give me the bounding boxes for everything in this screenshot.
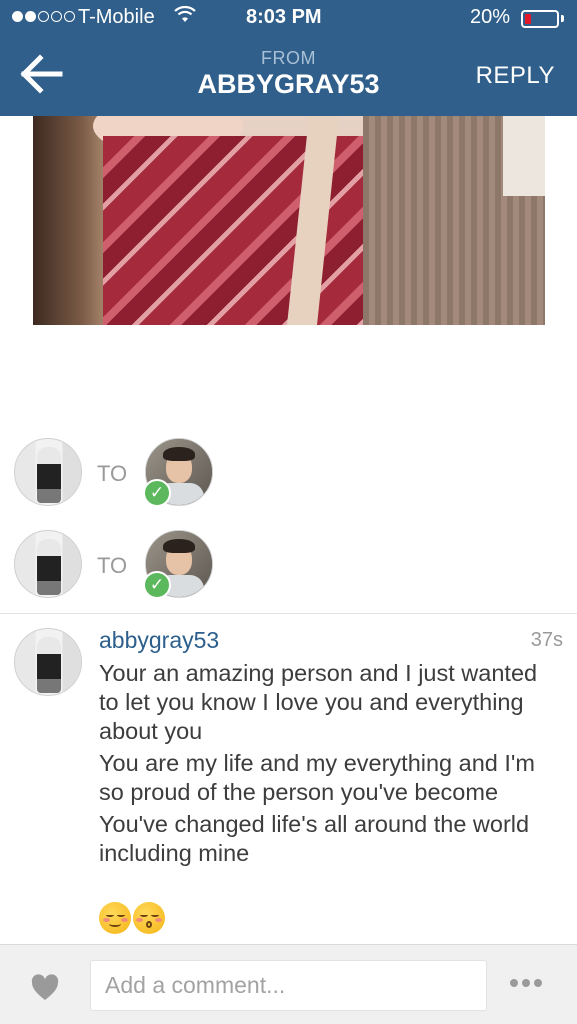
comment-timestamp: 37s xyxy=(530,629,563,651)
wifi-icon xyxy=(174,5,196,29)
battery-tip xyxy=(561,15,564,22)
signal-dot xyxy=(51,11,62,22)
signal-dot xyxy=(64,11,75,22)
top-bar: T-Mobile 8:03 PM 20% FROM ABBYGRAY53 REP… xyxy=(0,0,577,116)
photo-wall xyxy=(503,116,545,196)
battery-icon xyxy=(521,10,559,28)
commenter-avatar[interactable] xyxy=(14,628,82,696)
signal-dot xyxy=(25,11,36,22)
reply-button[interactable]: REPLY xyxy=(476,62,555,90)
checkmark-icon: ✓ xyxy=(143,479,171,507)
sender-avatar[interactable] xyxy=(14,438,82,506)
checkmark-icon: ✓ xyxy=(143,571,171,599)
message-photo[interactable] xyxy=(33,116,545,325)
signal-dot xyxy=(12,11,23,22)
battery-percent: 20% xyxy=(470,6,511,28)
more-dots-icon[interactable] xyxy=(510,979,542,987)
sender-avatar[interactable] xyxy=(14,530,82,598)
comment-input[interactable] xyxy=(90,960,487,1011)
signal-strength-icon xyxy=(12,11,75,22)
to-label: TO xyxy=(97,553,128,578)
clock: 8:03 PM xyxy=(246,6,322,28)
comment-line: You've changed life's all around the wor… xyxy=(99,811,530,866)
relieved-face-icon xyxy=(99,902,131,934)
comment-line: You are my life and my everything and I'… xyxy=(99,750,535,805)
comment-text: Your an amazing person and I just wanted… xyxy=(99,659,559,871)
comment-line: Your an amazing person and I just wanted… xyxy=(99,660,538,744)
status-bar: T-Mobile 8:03 PM 20% xyxy=(0,0,577,36)
kissing-face-icon xyxy=(133,902,165,934)
comment-bar xyxy=(0,944,577,1024)
photo-hair xyxy=(33,116,113,325)
divider xyxy=(0,613,577,614)
photo-scarf xyxy=(103,136,403,325)
carrier-name: T-Mobile xyxy=(78,6,155,28)
heart-icon[interactable] xyxy=(30,973,60,1003)
to-label: TO xyxy=(97,461,128,486)
signal-dot xyxy=(38,11,49,22)
comment-username[interactable]: abbygray53 xyxy=(99,627,219,654)
navigation-bar: FROM ABBYGRAY53 REPLY xyxy=(0,36,577,116)
emoji-row xyxy=(99,902,165,934)
